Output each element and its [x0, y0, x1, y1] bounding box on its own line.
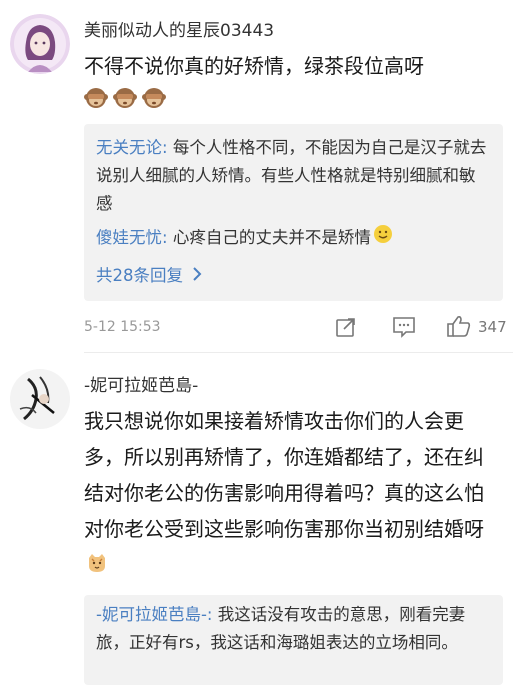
more-replies-label: 共28条回复 — [96, 266, 183, 285]
comment-item: 美丽似动人的星辰03443 不得不说你真的好矫情，绿茶段位高呀 无关无论: 每个… — [0, 0, 513, 345]
comment-time: 5-12 15:53 — [84, 319, 161, 335]
monkey-emoji-icon — [113, 86, 138, 114]
reply-author[interactable]: -妮可拉姬芭島- — [96, 605, 207, 624]
comment-text: 我只想说你如果接着矫情攻击你们的人会更多，所以别再矫情了，你连婚都结了，还在纠结… — [84, 403, 499, 583]
avatar[interactable] — [10, 369, 70, 429]
reply-separator: : — [206, 605, 218, 624]
reply-box[interactable]: 无关无论: 每个人性格不同，不能因为自己是汉子就去说别人细腻的人矫情。有些人性格… — [84, 124, 503, 301]
cat-emoji-icon — [86, 549, 108, 584]
reply-item[interactable]: -妮可拉姬芭島-: 我这话没有攻击的意思，刚看完妻旅，正好有rs，我这话和海璐姐… — [96, 601, 495, 657]
smile-emoji-icon — [373, 224, 393, 253]
comment-username[interactable]: 美丽似动人的星辰03443 — [84, 16, 274, 41]
comment-text: 不得不说你真的好矫情，绿茶段位高呀 — [84, 48, 499, 84]
comment-text-content: 我只想说你如果接着矫情攻击你们的人会更多，所以别再矫情了，你连婚都结了，还在纠结… — [84, 409, 484, 541]
thumbs-up-icon[interactable] — [446, 314, 472, 342]
like-count: 347 — [478, 318, 507, 336]
share-icon[interactable] — [335, 316, 357, 342]
emoji-row — [84, 86, 167, 114]
comment-text-content: 不得不说你真的好矫情，绿茶段位高呀 — [84, 54, 424, 78]
reply-text: 心疼自己的丈夫并不是矫情 — [172, 228, 371, 247]
comment-username[interactable]: -妮可拉姬芭島- — [84, 371, 198, 396]
monkey-emoji-icon — [142, 86, 167, 114]
reply-author[interactable]: 傻娃无忧 — [96, 228, 162, 247]
reply-separator: : — [162, 228, 173, 247]
reply-item[interactable]: 傻娃无忧: 心疼自己的丈夫并不是矫情 — [96, 224, 495, 253]
chevron-right-icon — [192, 264, 202, 290]
more-replies-link[interactable]: 共28条回复 — [96, 263, 495, 290]
comment-item: -妮可拉姬芭島- 我只想说你如果接着矫情攻击你们的人会更多，所以别再矫情了，你连… — [0, 355, 513, 685]
comment-icon[interactable] — [392, 316, 416, 342]
monkey-emoji-icon — [84, 86, 108, 114]
avatar[interactable] — [10, 14, 70, 74]
divider — [84, 352, 513, 353]
reply-author[interactable]: 无关无论 — [96, 138, 162, 157]
reply-item[interactable]: 无关无论: 每个人性格不同，不能因为自己是汉子就去说别人细腻的人矫情。有些人性格… — [96, 134, 495, 218]
reply-separator: : — [162, 138, 173, 157]
reply-box[interactable]: -妮可拉姬芭島-: 我这话没有攻击的意思，刚看完妻旅，正好有rs，我这话和海璐姐… — [84, 595, 503, 685]
